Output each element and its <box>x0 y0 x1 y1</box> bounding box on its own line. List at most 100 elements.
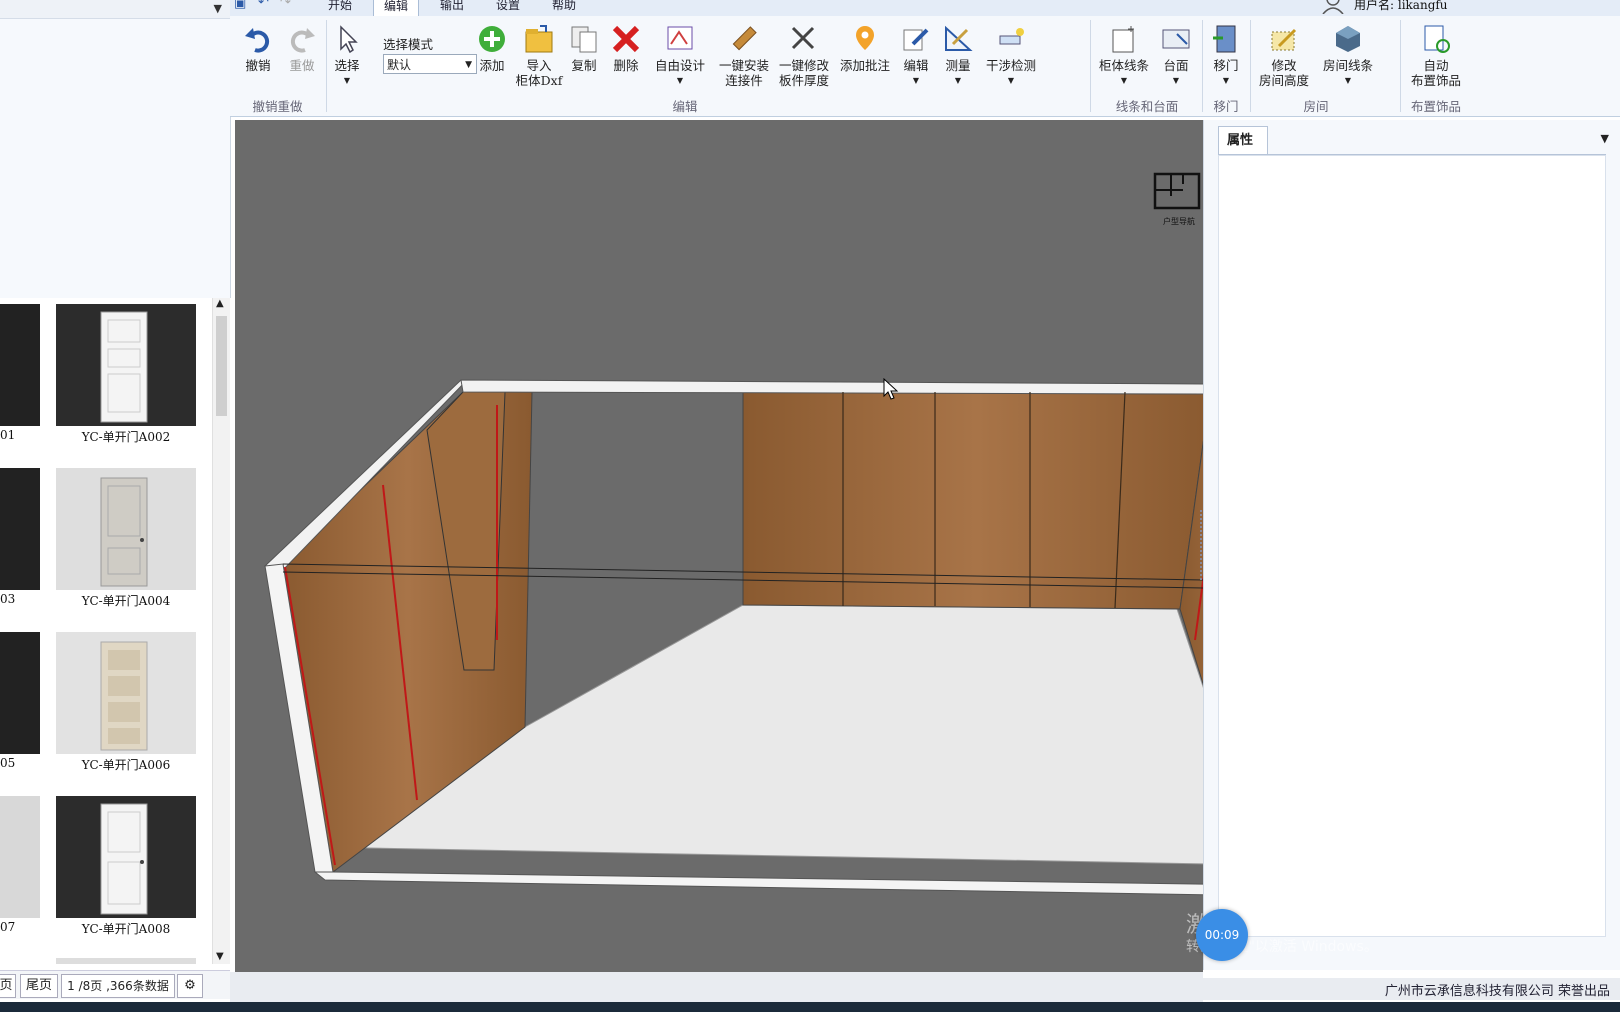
3d-viewport[interactable]: 户型导航 <box>235 120 1346 972</box>
chevron-down-icon[interactable]: ▼ <box>650 73 710 88</box>
thumbnail-partial[interactable] <box>56 958 196 964</box>
add-label: 添加 <box>479 58 505 73</box>
scroll-thumb[interactable] <box>216 316 227 416</box>
interference-check-button[interactable]: 干涉检测 ▼ <box>982 24 1040 88</box>
select-mode-value: 默认 <box>387 58 412 72</box>
model-gallery: 01 YC-单开门A002 03 YC-单开门A004 05 YC-单开门A00… <box>0 298 212 964</box>
chevron-down-icon[interactable]: ▼ <box>330 73 364 88</box>
tab-output[interactable]: 输出 <box>440 0 464 13</box>
move-door-label: 移门 <box>1213 58 1239 73</box>
page-info: 1 /8页 ,366条数据 <box>61 974 175 998</box>
redo-icon <box>290 28 315 53</box>
import-label-1: 导入 <box>526 58 552 73</box>
thumbnail-left-partial[interactable] <box>0 304 40 426</box>
door-thumbnail[interactable] <box>56 304 196 426</box>
tab-settings[interactable]: 设置 <box>496 0 520 13</box>
redo-quick-icon[interactable]: ↷ <box>280 0 291 10</box>
item-caption: YC-单开门A006 <box>81 758 171 772</box>
group-label-edit: 编辑 <box>672 99 698 114</box>
door-thumbnail[interactable] <box>56 796 196 918</box>
chevron-down-icon[interactable]: ▼ <box>1156 73 1196 88</box>
last-page-button[interactable]: 尾页 <box>20 974 58 998</box>
undo-label: 撤销 <box>245 58 271 73</box>
auto-decor-button[interactable]: 自动 布置饰品 <box>1406 24 1466 88</box>
chevron-down-icon[interactable]: ▼ <box>214 2 222 15</box>
chevron-down-icon[interactable]: ▼ <box>1206 73 1246 88</box>
door-thumbnail[interactable] <box>56 468 196 590</box>
tab-edit[interactable]: 编辑 <box>373 0 420 17</box>
one-click-install-button[interactable]: 一键安装 连接件 <box>714 24 774 88</box>
countertop-label: 台面 <box>1163 58 1189 73</box>
group-separator <box>326 20 327 112</box>
one-click-thickness-button[interactable]: 一键修改 板件厚度 <box>774 24 834 88</box>
properties-body <box>1218 155 1606 937</box>
thickness-label-2: 板件厚度 <box>778 73 829 88</box>
auto-decor-icon <box>1424 25 1450 53</box>
undo-quick-icon[interactable]: ↶ <box>258 0 269 10</box>
floor-plan-navigator-icon[interactable]: 户型导航 <box>1153 172 1205 226</box>
copy-label: 复制 <box>571 58 597 73</box>
measure-icon <box>945 25 973 51</box>
thumbnail-left-partial[interactable] <box>0 796 40 918</box>
chevron-down-icon[interactable]: ▼ <box>898 73 934 88</box>
group-label-lines: 线条和台面 <box>1115 99 1179 114</box>
cabinet-lines-icon <box>1112 26 1134 53</box>
category-dropdown[interactable]: ▼ <box>0 0 230 19</box>
group-label-undo: 撤销重做 <box>252 99 303 114</box>
interference-icon <box>999 28 1024 45</box>
cabinet-lines-button[interactable]: 柜体线条 ▼ <box>1096 24 1152 88</box>
chevron-down-icon[interactable]: ▼ <box>940 73 976 88</box>
free-design-button[interactable]: 自由设计 ▼ <box>650 24 710 88</box>
edit-button[interactable]: 编辑 ▼ <box>898 24 934 88</box>
countertop-button[interactable]: 台面 ▼ <box>1156 24 1196 88</box>
item-caption: 07 <box>0 920 16 934</box>
modify-room-height-button[interactable]: 修改 房间高度 <box>1254 24 1314 88</box>
gallery-scrollbar[interactable]: ▲ ▼ <box>212 298 230 964</box>
auto-decor-label-2: 布置饰品 <box>1410 73 1461 88</box>
copy-icon <box>571 26 597 53</box>
thumbnail-left-partial[interactable] <box>0 468 40 590</box>
chevron-down-icon[interactable]: ▼ <box>1096 73 1152 88</box>
import-label-2: 柜体Dxf <box>515 73 563 88</box>
redo-button[interactable]: 重做 <box>282 24 322 73</box>
import-dxf-button[interactable]: 导入 柜体Dxf <box>514 24 564 88</box>
item-caption: 03 <box>0 592 16 606</box>
tab-help[interactable]: 帮助 <box>552 0 576 13</box>
item-caption: YC-单开门A008 <box>81 922 171 936</box>
group-separator <box>1400 20 1401 112</box>
splitter-handle[interactable] <box>1200 510 1208 580</box>
chevron-down-icon[interactable]: ▼ <box>1320 73 1376 88</box>
interference-label: 干涉检测 <box>985 58 1036 73</box>
settings-gear-icon[interactable]: ⚙ <box>177 974 203 998</box>
floorplan-icon <box>1153 172 1201 210</box>
add-annotation-button[interactable]: 添加批注 <box>836 24 894 73</box>
delete-button[interactable]: 删除 <box>608 24 644 73</box>
door-thumbnail[interactable] <box>56 632 196 754</box>
save-icon[interactable]: ▣ <box>234 0 246 11</box>
properties-tab[interactable]: 属性 <box>1218 126 1268 154</box>
undo-button[interactable]: 撤销 <box>238 24 278 73</box>
chevron-down-icon[interactable]: ▼ <box>982 73 1040 88</box>
select-mode-combo[interactable]: 默认 ▼ <box>383 54 477 74</box>
viewport-bottom-bar <box>230 972 1203 1002</box>
status-bar: 广州市云承信息科技有限公司 荣誉出品 <box>1203 978 1620 1000</box>
company-credit: 广州市云承信息科技有限公司 荣誉出品 <box>1384 984 1610 999</box>
add-button[interactable]: 添加 <box>474 24 510 73</box>
annotation-label: 添加批注 <box>839 58 890 73</box>
copy-button[interactable]: 复制 <box>566 24 602 73</box>
scroll-up-icon[interactable]: ▲ <box>216 298 224 309</box>
measure-button[interactable]: 测量 ▼ <box>940 24 976 88</box>
auto-decor-label-1: 自动 <box>1423 58 1449 73</box>
move-door-button[interactable]: 移门 ▼ <box>1206 24 1246 88</box>
folder-icon <box>525 25 553 53</box>
pencil-edit-icon <box>903 28 929 51</box>
chevron-down-icon[interactable]: ▼ <box>1601 132 1609 145</box>
countertop-icon <box>1162 29 1190 49</box>
scroll-down-icon[interactable]: ▼ <box>216 951 224 962</box>
thumbnail-left-partial[interactable] <box>0 632 40 754</box>
select-button[interactable]: 选择 ▼ <box>330 24 364 88</box>
tab-start[interactable]: 开始 <box>328 0 352 13</box>
room-lines-button[interactable]: 房间线条 ▼ <box>1320 24 1376 88</box>
prev-page-button[interactable]: 页 <box>0 974 16 998</box>
recording-timer[interactable]: 00:09 <box>1196 909 1248 961</box>
